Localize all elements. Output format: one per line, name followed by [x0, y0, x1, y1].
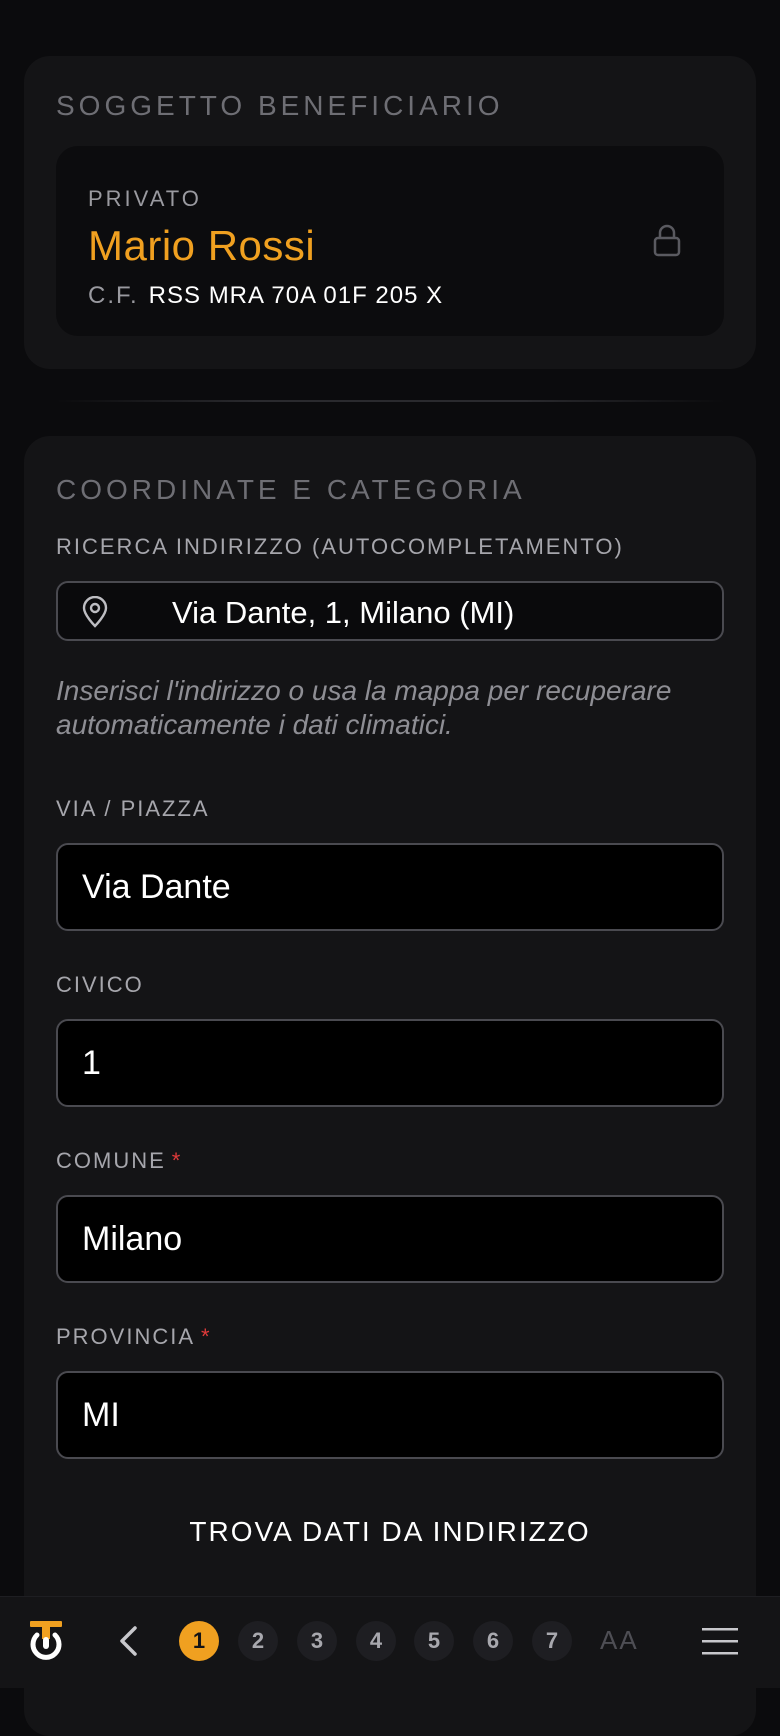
province-value: MI [82, 1396, 120, 1434]
app-logo-icon[interactable] [26, 1619, 66, 1663]
address-search-value: Via Dante, 1, Milano (MI) [172, 595, 515, 630]
coordinates-card: COORDINATE E CATEGORIA RICERCA INDIRIZZO… [24, 436, 756, 1736]
search-address-label: RICERCA INDIRIZZO (AUTOCOMPLETAMENTO) [56, 534, 624, 559]
section-title-beneficiary: SOGGETTO BENEFICIARIO [56, 90, 504, 121]
street-input[interactable]: Via Dante [56, 843, 724, 931]
fiscal-code-value: RSS MRA 70A 01F 205 X [148, 282, 444, 309]
back-chevron-icon[interactable] [116, 1625, 140, 1657]
section-divider [56, 400, 724, 402]
bottom-navigation: 1 2 3 4 5 6 7 AA [0, 1596, 780, 1688]
street-label: VIA / PIAZZA [56, 796, 210, 821]
required-marker: * [171, 1148, 183, 1173]
step-5-button[interactable]: 5 [414, 1621, 454, 1661]
find-data-from-address-button[interactable]: TROVA DATI DA INDIRIZZO [24, 1516, 756, 1548]
address-search-input[interactable]: Via Dante, 1, Milano (MI) [56, 581, 724, 641]
text-size-toggle[interactable]: AA [600, 1625, 639, 1656]
city-label-text: COMUNE [56, 1148, 166, 1173]
province-label-text: PROVINCIA [56, 1324, 196, 1349]
lock-icon [653, 224, 681, 257]
civic-number-label: CIVICO [56, 972, 144, 997]
step-4-button[interactable]: 4 [356, 1621, 396, 1661]
province-label: PROVINCIA * [56, 1324, 212, 1350]
city-value: Milano [82, 1220, 183, 1258]
beneficiary-type: PRIVATO [88, 186, 202, 211]
hamburger-menu-icon[interactable] [702, 1625, 738, 1657]
province-input[interactable]: MI [56, 1371, 724, 1459]
beneficiary-name: Mario Rossi [88, 222, 316, 269]
step-3-button[interactable]: 3 [297, 1621, 337, 1661]
required-marker: * [201, 1324, 212, 1349]
step-1-button[interactable]: 1 [179, 1621, 219, 1661]
beneficiary-box: PRIVATO Mario Rossi C.F. RSS MRA 70A 01F … [56, 146, 724, 336]
fiscal-code-label: C.F. [88, 282, 139, 309]
section-title-coordinates: COORDINATE E CATEGORIA [56, 474, 526, 505]
city-input[interactable]: Milano [56, 1195, 724, 1283]
address-hint: Inserisci l'indirizzo o usa la mappa per… [56, 675, 672, 740]
map-pin-icon [82, 596, 108, 628]
step-2-button[interactable]: 2 [238, 1621, 278, 1661]
civic-number-input[interactable]: 1 [56, 1019, 724, 1107]
beneficiary-fiscal-code: C.F. RSS MRA 70A 01F 205 X [88, 282, 443, 310]
step-6-button[interactable]: 6 [473, 1621, 513, 1661]
civic-number-value: 1 [82, 1044, 101, 1082]
street-value: Via Dante [82, 868, 231, 906]
step-7-button[interactable]: 7 [532, 1621, 572, 1661]
beneficiary-card: SOGGETTO BENEFICIARIO PRIVATO Mario Ross… [24, 56, 756, 369]
city-label: COMUNE * [56, 1148, 182, 1174]
